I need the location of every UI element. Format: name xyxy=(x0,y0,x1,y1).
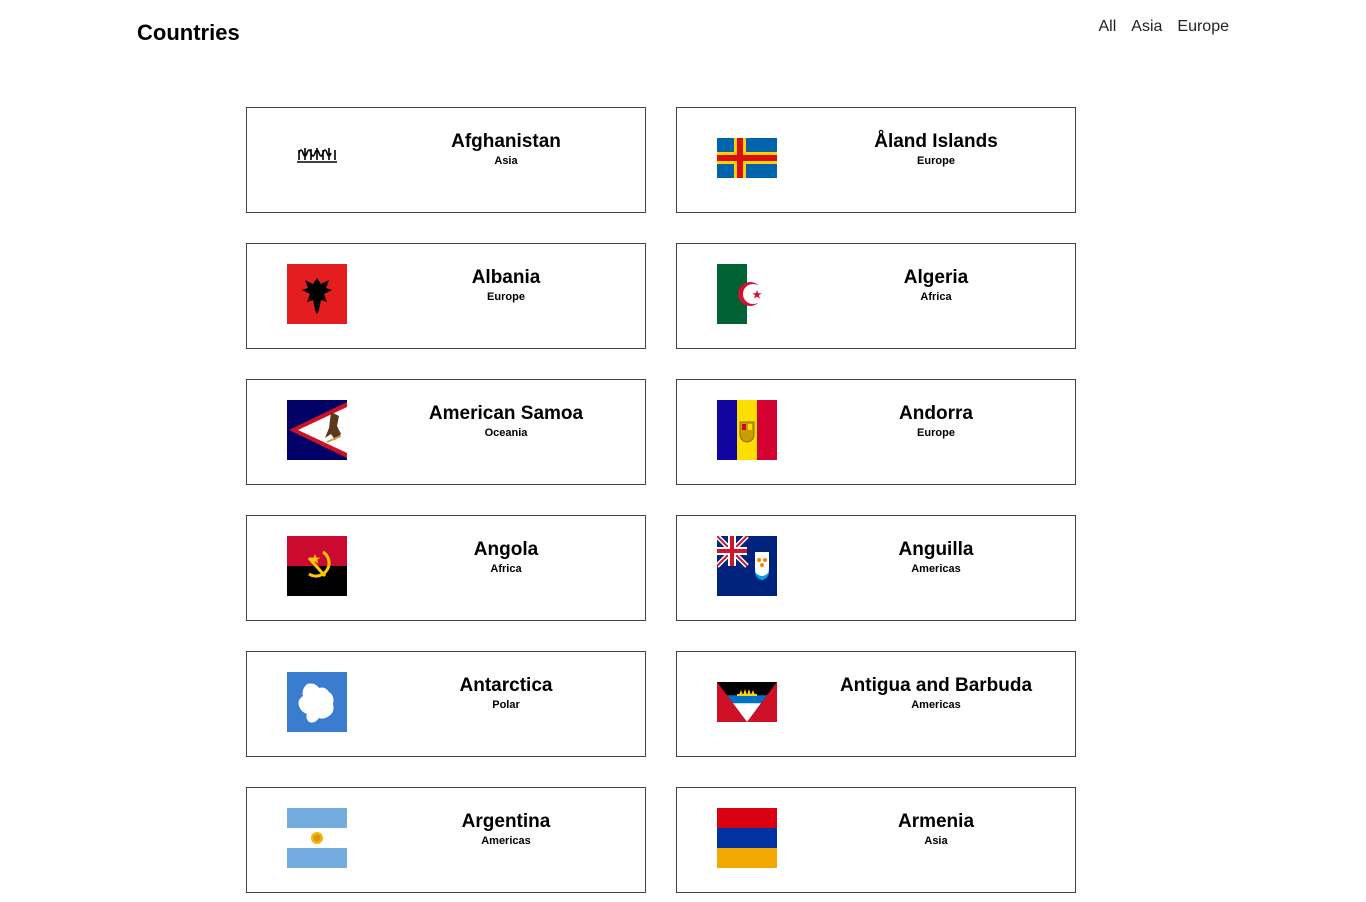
country-region: Europe xyxy=(917,155,955,167)
country-grid: Afghanistan Asia Åland Islands Europe Al… xyxy=(246,107,1076,893)
country-region: Americas xyxy=(911,699,961,711)
country-name: Antarctica xyxy=(459,675,553,696)
country-region: Asia xyxy=(494,155,518,167)
country-region: Asia xyxy=(924,835,948,847)
page-title: Countries xyxy=(137,20,240,45)
country-name: American Samoa xyxy=(428,403,584,424)
aland-islands-flag-icon xyxy=(717,128,777,188)
country-card[interactable]: Afghanistan Asia xyxy=(246,107,646,213)
antigua-and-barbuda-flag-icon xyxy=(717,672,777,732)
country-card[interactable]: Algeria Africa xyxy=(676,243,1076,349)
region-nav: All Asia Europe xyxy=(1099,16,1230,38)
country-card[interactable]: Angola Africa xyxy=(246,515,646,621)
country-region: Polar xyxy=(492,699,520,711)
country-name: Andorra xyxy=(899,403,973,424)
algeria-flag-icon xyxy=(717,264,777,324)
albania-flag-icon xyxy=(287,264,347,324)
country-card[interactable]: Argentina Americas xyxy=(246,787,646,893)
antarctica-flag-icon xyxy=(287,672,347,732)
country-region: Europe xyxy=(487,291,525,303)
country-card[interactable]: Albania Europe xyxy=(246,243,646,349)
country-card[interactable]: Andorra Europe xyxy=(676,379,1076,485)
country-card[interactable]: Antarctica Polar xyxy=(246,651,646,757)
country-card[interactable]: Armenia Asia xyxy=(676,787,1076,893)
afghanistan-flag-icon xyxy=(287,128,347,188)
country-card[interactable]: American Samoa Oceania xyxy=(246,379,646,485)
country-region: Americas xyxy=(481,835,531,847)
country-region: Americas xyxy=(911,563,961,575)
country-region: Africa xyxy=(490,563,522,575)
andorra-flag-icon xyxy=(717,400,777,460)
country-name: Angola xyxy=(473,539,539,560)
country-region: Africa xyxy=(920,291,952,303)
country-card[interactable]: Anguilla Americas xyxy=(676,515,1076,621)
country-region: Oceania xyxy=(484,427,528,439)
country-name: Algeria xyxy=(903,267,969,288)
nav-link-asia[interactable]: Asia xyxy=(1131,16,1162,38)
country-name: Anguilla xyxy=(898,539,974,560)
american-samoa-flag-icon xyxy=(287,400,347,460)
angola-flag-icon xyxy=(287,536,347,596)
country-region: Europe xyxy=(917,427,955,439)
nav-link-europe[interactable]: Europe xyxy=(1177,16,1229,38)
country-name: Afghanistan xyxy=(451,131,561,152)
country-name: Armenia xyxy=(897,811,975,832)
country-name: Åland Islands xyxy=(874,131,998,152)
nav-link-all[interactable]: All xyxy=(1099,16,1117,38)
country-name: Antigua and Barbuda xyxy=(839,675,1033,696)
country-card[interactable]: Antigua and Barbuda Americas xyxy=(676,651,1076,757)
country-card[interactable]: Åland Islands Europe xyxy=(676,107,1076,213)
country-name: Argentina xyxy=(461,811,551,832)
argentina-flag-icon xyxy=(287,808,347,868)
country-name: Albania xyxy=(471,267,541,288)
armenia-flag-icon xyxy=(717,808,777,868)
anguilla-flag-icon xyxy=(717,536,777,596)
